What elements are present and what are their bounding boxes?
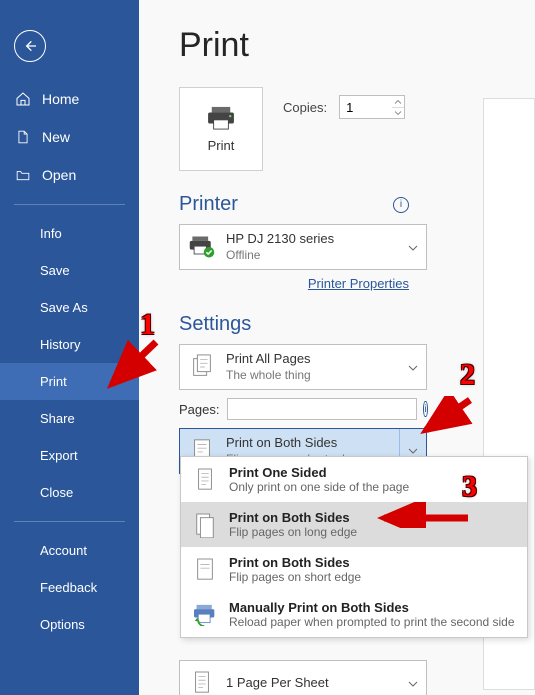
sidebar-label-close: Close	[40, 485, 73, 500]
backstage-sidebar: Home New Open Info Save Save As History …	[0, 0, 139, 695]
dropdown-caret	[408, 676, 418, 691]
page-single-icon	[191, 466, 219, 494]
print-scope-title: Print All Pages	[226, 351, 402, 367]
copies-label: Copies:	[283, 100, 327, 115]
sidebar-item-print[interactable]: Print	[0, 363, 139, 400]
pages-icon	[188, 353, 216, 381]
duplex-menu: Print One Sided Only print on one side o…	[180, 456, 528, 638]
printer-status: Offline	[226, 248, 402, 263]
printer-heading: Printer	[179, 193, 238, 216]
sidebar-item-new[interactable]: New	[0, 118, 139, 156]
sidebar-label-history: History	[40, 337, 80, 352]
page-flip-short-icon	[191, 556, 219, 584]
sidebar-item-share[interactable]: Share	[0, 400, 139, 437]
menu-item-sub: Flip pages on long edge	[229, 525, 357, 539]
sidebar-label-home: Home	[42, 91, 79, 107]
sidebar-label-save: Save	[40, 263, 70, 278]
menu-item-sub: Only print on one side of the page	[229, 480, 409, 494]
sidebar-item-open[interactable]: Open	[0, 156, 139, 194]
duplex-title: Print on Both Sides	[226, 435, 393, 451]
print-scope-sub: The whole thing	[226, 368, 402, 383]
settings-heading: Settings	[179, 313, 251, 336]
back-button[interactable]	[14, 30, 46, 62]
copies-spinner[interactable]	[339, 95, 405, 119]
printer-status-icon	[188, 233, 216, 261]
print-button-label: Print	[208, 138, 235, 153]
print-button[interactable]: Print	[179, 87, 263, 171]
sidebar-separator	[14, 204, 125, 205]
print-scope-dropdown[interactable]: Print All Pages The whole thing	[179, 344, 427, 390]
sidebar-label-info: Info	[40, 226, 62, 241]
menu-item-sub: Reload paper when prompted to print the …	[229, 615, 515, 629]
sidebar-item-save[interactable]: Save	[0, 252, 139, 289]
printer-properties-link[interactable]: Printer Properties	[179, 276, 409, 291]
menu-item-title: Print One Sided	[229, 465, 409, 480]
sidebar-item-feedback[interactable]: Feedback	[0, 569, 139, 606]
settings-heading-row: Settings	[179, 313, 535, 336]
duplex-option-one-sided[interactable]: Print One Sided Only print on one side o…	[181, 457, 527, 502]
sidebar-label-share: Share	[40, 411, 75, 426]
sidebar-item-close[interactable]: Close	[0, 474, 139, 511]
pages-label: Pages:	[179, 402, 219, 417]
menu-item-title: Manually Print on Both Sides	[229, 600, 515, 615]
printer-dropdown[interactable]: HP DJ 2130 series Offline	[179, 224, 427, 270]
printer-heading-row: Printer i	[179, 193, 409, 216]
dropdown-caret	[408, 240, 418, 255]
sidebar-label-saveas: Save As	[40, 300, 88, 315]
sidebar-item-account[interactable]: Account	[0, 532, 139, 569]
pages-per-sheet-title: 1 Page Per Sheet	[226, 675, 402, 691]
chevron-down-icon	[394, 110, 402, 116]
sidebar-label-export: Export	[40, 448, 78, 463]
copies-input[interactable]	[340, 97, 392, 117]
duplex-option-manual[interactable]: Manually Print on Both Sides Reload pape…	[181, 592, 527, 637]
sidebar-label-feedback: Feedback	[40, 580, 97, 595]
sidebar-item-history[interactable]: History	[0, 326, 139, 363]
printer-manual-icon	[191, 601, 219, 629]
sidebar-item-options[interactable]: Options	[0, 606, 139, 643]
home-icon	[14, 91, 32, 107]
printer-name: HP DJ 2130 series	[226, 231, 402, 247]
menu-item-title: Print on Both Sides	[229, 555, 361, 570]
printer-icon	[206, 106, 236, 130]
duplex-option-long-edge[interactable]: Print on Both Sides Flip pages on long e…	[181, 502, 527, 547]
copies-row: Copies:	[283, 95, 405, 119]
new-doc-icon	[14, 129, 32, 145]
sidebar-item-saveas[interactable]: Save As	[0, 289, 139, 326]
menu-item-sub: Flip pages on short edge	[229, 570, 361, 584]
sidebar-item-home[interactable]: Home	[0, 80, 139, 118]
sidebar-item-info[interactable]: Info	[0, 215, 139, 252]
sidebar-label-options: Options	[40, 617, 85, 632]
arrow-left-icon	[22, 38, 38, 54]
pages-per-sheet-dropdown[interactable]: 1 Page Per Sheet	[179, 660, 427, 695]
chevron-up-icon	[394, 99, 402, 105]
copies-down-button[interactable]	[392, 108, 404, 118]
pages-input[interactable]	[227, 398, 417, 420]
sidebar-separator	[14, 521, 125, 522]
copies-up-button[interactable]	[392, 97, 404, 108]
printer-info-icon[interactable]: i	[393, 197, 409, 213]
sidebar-label-account: Account	[40, 543, 87, 558]
page-single-icon	[188, 669, 216, 695]
sidebar-item-export[interactable]: Export	[0, 437, 139, 474]
sidebar-label-open: Open	[42, 167, 76, 183]
open-folder-icon	[14, 168, 32, 182]
sidebar-label-print: Print	[40, 374, 67, 389]
pages-info-icon[interactable]: i	[423, 401, 427, 417]
page-flip-long-icon	[191, 511, 219, 539]
duplex-option-short-edge[interactable]: Print on Both Sides Flip pages on short …	[181, 547, 527, 592]
sidebar-label-new: New	[42, 129, 70, 145]
menu-item-title: Print on Both Sides	[229, 510, 357, 525]
page-title: Print	[179, 26, 535, 65]
dropdown-caret	[408, 360, 418, 375]
